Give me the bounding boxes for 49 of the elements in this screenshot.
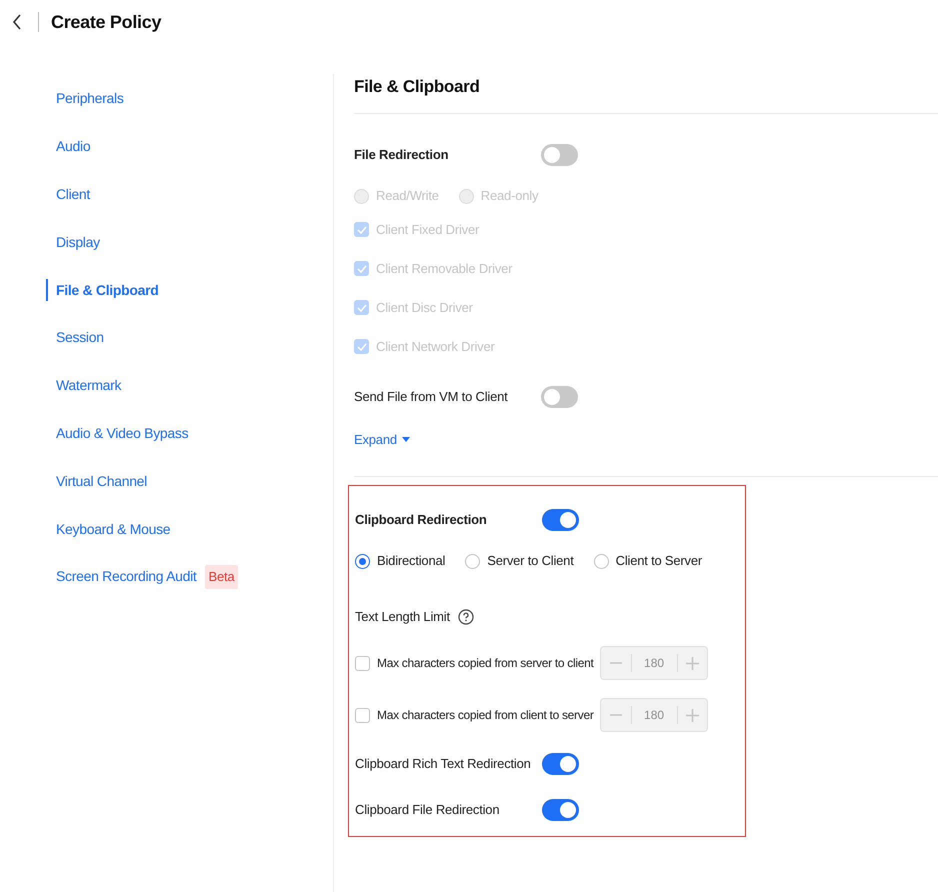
checkbox-label: Max characters copied from server to client bbox=[377, 655, 594, 672]
sidebar-item[interactable]: Audio & Video Bypass bbox=[56, 422, 188, 444]
sidebar-item[interactable]: Display bbox=[56, 232, 100, 253]
expand-link[interactable]: Expand bbox=[354, 430, 410, 450]
sidebar-item[interactable]: Virtual Channel bbox=[56, 470, 147, 492]
checkmark-icon bbox=[356, 342, 366, 350]
page-title: Create Policy bbox=[51, 10, 162, 34]
radio-label: Bidirectional bbox=[377, 552, 446, 570]
setting-label: Clipboard File Redirection bbox=[355, 801, 500, 820]
radio-button[interactable] bbox=[594, 554, 609, 568]
checkbox-label: Max characters copied from client to server bbox=[377, 707, 594, 724]
radio-button[interactable] bbox=[465, 554, 480, 568]
caret-icon bbox=[402, 437, 410, 443]
toggle-switch[interactable] bbox=[541, 144, 578, 166]
back-icon[interactable] bbox=[12, 14, 22, 30]
toggle-switch[interactable] bbox=[542, 753, 579, 775]
sidebar-item[interactable]: File & Clipboard bbox=[56, 280, 159, 301]
radio-label: Server to Client bbox=[487, 552, 574, 570]
toggle-switch[interactable] bbox=[542, 799, 579, 821]
checkbox-label: Client Network Driver bbox=[376, 338, 495, 356]
sidebar-item[interactable]: Client bbox=[56, 184, 90, 205]
checkbox-label: Client Disc Driver bbox=[376, 298, 473, 317]
setting-label: File Redirection bbox=[354, 146, 450, 164]
stepper-value: 180 bbox=[643, 707, 666, 724]
toggle-switch[interactable] bbox=[541, 386, 578, 408]
help-icon[interactable] bbox=[458, 609, 474, 625]
setting-label: Clipboard Redirection bbox=[355, 511, 488, 530]
sidebar-item[interactable]: Peripherals bbox=[56, 88, 124, 110]
sidebar-item[interactable]: Audio bbox=[56, 136, 90, 158]
beta-badge: Beta bbox=[204, 565, 238, 589]
checkmark-icon bbox=[356, 226, 366, 234]
checkmark-icon bbox=[356, 264, 366, 272]
sidebar-item[interactable]: Session bbox=[56, 327, 104, 348]
setting-label: Clipboard Rich Text Redirection bbox=[355, 755, 532, 774]
sidebar-item[interactable]: Screen Recording Audit bbox=[56, 566, 196, 588]
radio-label: Read-only bbox=[480, 187, 538, 206]
checkmark-icon bbox=[356, 304, 366, 312]
section-label: Text Length Limit bbox=[355, 608, 450, 626]
radio-button[interactable] bbox=[355, 554, 370, 568]
checkbox-label: Client Fixed Driver bbox=[376, 220, 480, 239]
section-title: File & Clipboard bbox=[354, 76, 480, 98]
toggle-switch[interactable] bbox=[542, 509, 579, 531]
radio-label: Read/Write bbox=[376, 187, 439, 206]
setting-label: Send File from VM to Client bbox=[354, 388, 509, 406]
checkbox-label: Client Removable Driver bbox=[376, 260, 512, 278]
sidebar-item[interactable]: Keyboard & Mouse bbox=[56, 518, 170, 540]
stepper-value: 180 bbox=[643, 655, 666, 672]
radio-label: Client to Server bbox=[616, 552, 702, 570]
sidebar-item[interactable]: Watermark bbox=[56, 375, 122, 396]
